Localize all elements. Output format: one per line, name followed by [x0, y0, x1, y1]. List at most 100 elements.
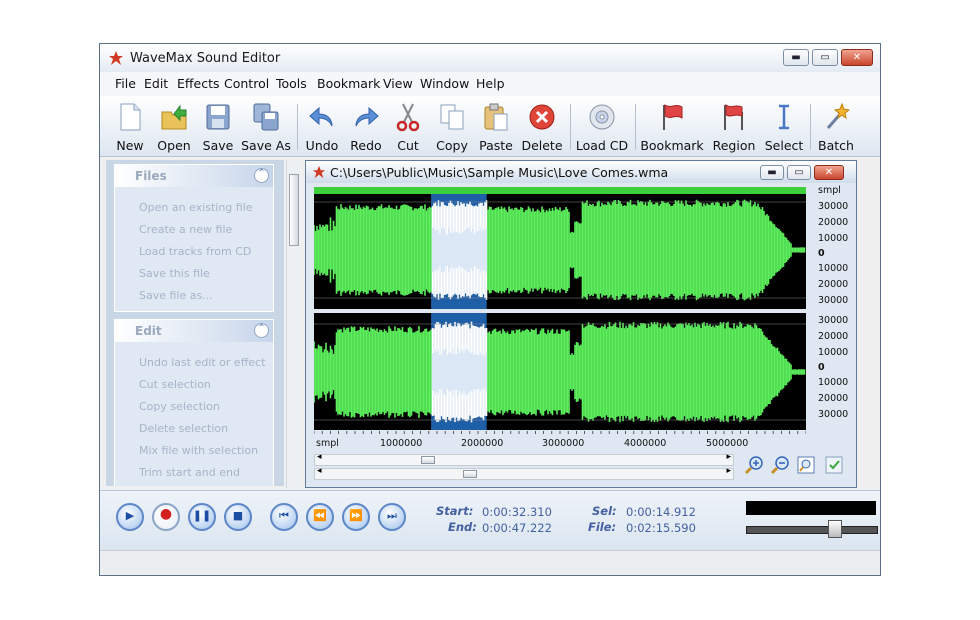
- menu-control[interactable]: Control: [224, 76, 269, 91]
- waveform-display[interactable]: [314, 194, 806, 430]
- go-to-end-button[interactable]: ⏭: [378, 503, 406, 531]
- amplitude-ruler: smpl 30000 20000 10000 0 10000 20000 300…: [808, 183, 848, 433]
- collapse-icon[interactable]: ⌃: [254, 168, 269, 183]
- doc-close-button[interactable]: ✕: [814, 165, 844, 180]
- start-label: Start:: [436, 504, 474, 518]
- main-toolbar: New Open Save Save As Undo Redo Cut Copy…: [100, 96, 880, 157]
- files-task-group: Files ⌃ Open an existing file Create a n…: [114, 164, 274, 312]
- pause-icon: ❚❚: [192, 509, 212, 522]
- minimize-button[interactable]: ▬: [783, 49, 809, 66]
- load-cd-button[interactable]: Load CD: [576, 100, 628, 154]
- bookmark-button[interactable]: Bookmark: [640, 100, 704, 154]
- fast-forward-button[interactable]: ⏩: [342, 503, 370, 531]
- zoom-fit-icon[interactable]: [796, 455, 816, 475]
- stop-button[interactable]: ■: [224, 503, 252, 531]
- doc-minimize-button[interactable]: ▬: [760, 165, 784, 180]
- amplitude-tick: 30000: [818, 315, 849, 326]
- skip-forward-icon: ⏭: [387, 509, 397, 522]
- bookmark-flag-icon: [663, 104, 683, 130]
- menu-effects[interactable]: Effects: [177, 76, 220, 91]
- volume-slider-thumb[interactable]: [827, 520, 842, 538]
- task-delete-selection[interactable]: Delete selection: [139, 422, 228, 435]
- scroll-thumb[interactable]: [463, 470, 477, 478]
- redo-arrow-icon: [355, 106, 379, 127]
- amplitude-tick: 10000: [818, 263, 849, 274]
- amplitude-tick: 20000: [818, 279, 849, 290]
- doc-maximize-button[interactable]: ▭: [787, 165, 811, 180]
- task-trim-start-end[interactable]: Trim start and end: [139, 466, 240, 479]
- task-panel: Files ⌃ Open an existing file Create a n…: [106, 160, 284, 486]
- pause-button[interactable]: ❚❚: [188, 503, 216, 531]
- doc-logo-icon: [312, 165, 326, 179]
- task-mix-file[interactable]: Mix file with selection: [139, 444, 258, 457]
- document-title: C:\Users\Public\Music\Sample Music\Love …: [330, 165, 669, 180]
- save-as-button[interactable]: Save As: [240, 100, 292, 154]
- maximize-button[interactable]: ▭: [812, 49, 838, 66]
- transport-bar: ▶ ● ❚❚ ■ ⏮ ⏪ ⏩ ⏭ Start: 0:00:32.310 End:…: [100, 490, 880, 551]
- horizontal-scrollbar[interactable]: ◂ ▸: [314, 452, 734, 466]
- menu-file[interactable]: File: [115, 76, 136, 91]
- task-cut-selection[interactable]: Cut selection: [139, 378, 211, 391]
- task-copy-selection[interactable]: Copy selection: [139, 400, 220, 413]
- scroll-left-arrow[interactable]: ◂: [317, 466, 322, 476]
- menu-bookmark[interactable]: Bookmark: [317, 76, 380, 91]
- app-logo-icon: [109, 51, 123, 65]
- amplitude-tick: 30000: [818, 295, 849, 306]
- close-button[interactable]: ✕: [841, 49, 873, 66]
- amplitude-tick: 30000: [818, 409, 849, 420]
- scroll-left-arrow[interactable]: ◂: [317, 452, 322, 462]
- new-file-icon: [120, 103, 141, 131]
- scroll-right-arrow[interactable]: ▸: [726, 466, 731, 476]
- task-load-tracks-cd[interactable]: Load tracks from CD: [139, 245, 251, 258]
- menu-help[interactable]: Help: [476, 76, 505, 91]
- save-as-icon: [253, 103, 279, 131]
- task-save-file-as[interactable]: Save file as...: [139, 289, 213, 302]
- toolbar-separator: [635, 104, 636, 150]
- selection-label: Sel:: [592, 504, 617, 518]
- app-window: WaveMax Sound Editor ▬ ▭ ✕ File Edit Eff…: [99, 43, 881, 576]
- edit-task-group: Edit ⌃ Undo last edit or effect Cut sele…: [114, 319, 274, 486]
- task-create-new-file[interactable]: Create a new file: [139, 223, 232, 236]
- collapse-icon[interactable]: ⌃: [254, 323, 269, 338]
- window-title: WaveMax Sound Editor: [130, 51, 281, 66]
- menu-window[interactable]: Window: [420, 76, 469, 91]
- menu-view[interactable]: View: [383, 76, 413, 91]
- record-button[interactable]: ●: [152, 503, 180, 531]
- volume-slider-track[interactable]: [746, 526, 878, 534]
- scroll-thumb[interactable]: [421, 456, 435, 464]
- overview-bar[interactable]: [314, 187, 806, 194]
- files-group-header[interactable]: Files ⌃: [115, 165, 273, 187]
- sample-tick: 1000000: [380, 438, 423, 449]
- amplitude-tick: 30000: [818, 201, 849, 212]
- ruler-ticks: [314, 431, 806, 434]
- skip-back-icon: ⏮: [279, 509, 289, 522]
- menu-tools[interactable]: Tools: [276, 76, 307, 91]
- zoom-selection-icon[interactable]: [824, 455, 844, 475]
- open-folder-icon: [161, 104, 187, 130]
- batch-button[interactable]: Batch: [810, 100, 862, 154]
- rewind-button[interactable]: ⏪: [306, 503, 334, 531]
- edit-group-header[interactable]: Edit ⌃: [115, 320, 273, 342]
- scroll-right-arrow[interactable]: ▸: [726, 452, 731, 462]
- scrollbar-thumb[interactable]: [289, 174, 299, 246]
- play-button[interactable]: ▶: [116, 503, 144, 531]
- select-cursor-icon: [779, 104, 789, 130]
- zoom-out-icon[interactable]: [770, 455, 790, 475]
- task-undo-last-edit[interactable]: Undo last edit or effect: [139, 356, 265, 369]
- zoom-in-icon[interactable]: [744, 455, 764, 475]
- task-open-existing-file[interactable]: Open an existing file: [139, 201, 253, 214]
- task-save-file[interactable]: Save this file: [139, 267, 210, 280]
- amplitude-tick: 20000: [818, 217, 849, 228]
- delete-button[interactable]: Delete: [516, 100, 568, 154]
- zoom-scrollbar[interactable]: ◂ ▸: [314, 466, 734, 480]
- record-icon: ●: [159, 506, 173, 522]
- select-button[interactable]: Select: [758, 100, 810, 154]
- cd-icon: [589, 104, 615, 130]
- sample-tick: 2000000: [461, 438, 504, 449]
- left-channel-waveform: [314, 199, 806, 301]
- go-to-start-button[interactable]: ⏮: [270, 503, 298, 531]
- task-panel-scrollbar[interactable]: [286, 160, 301, 488]
- selection-value: 0:00:14.912: [626, 505, 696, 519]
- menu-edit[interactable]: Edit: [144, 76, 168, 91]
- sample-ruler: smpl 1000000 2000000 3000000 4000000 500…: [314, 431, 806, 451]
